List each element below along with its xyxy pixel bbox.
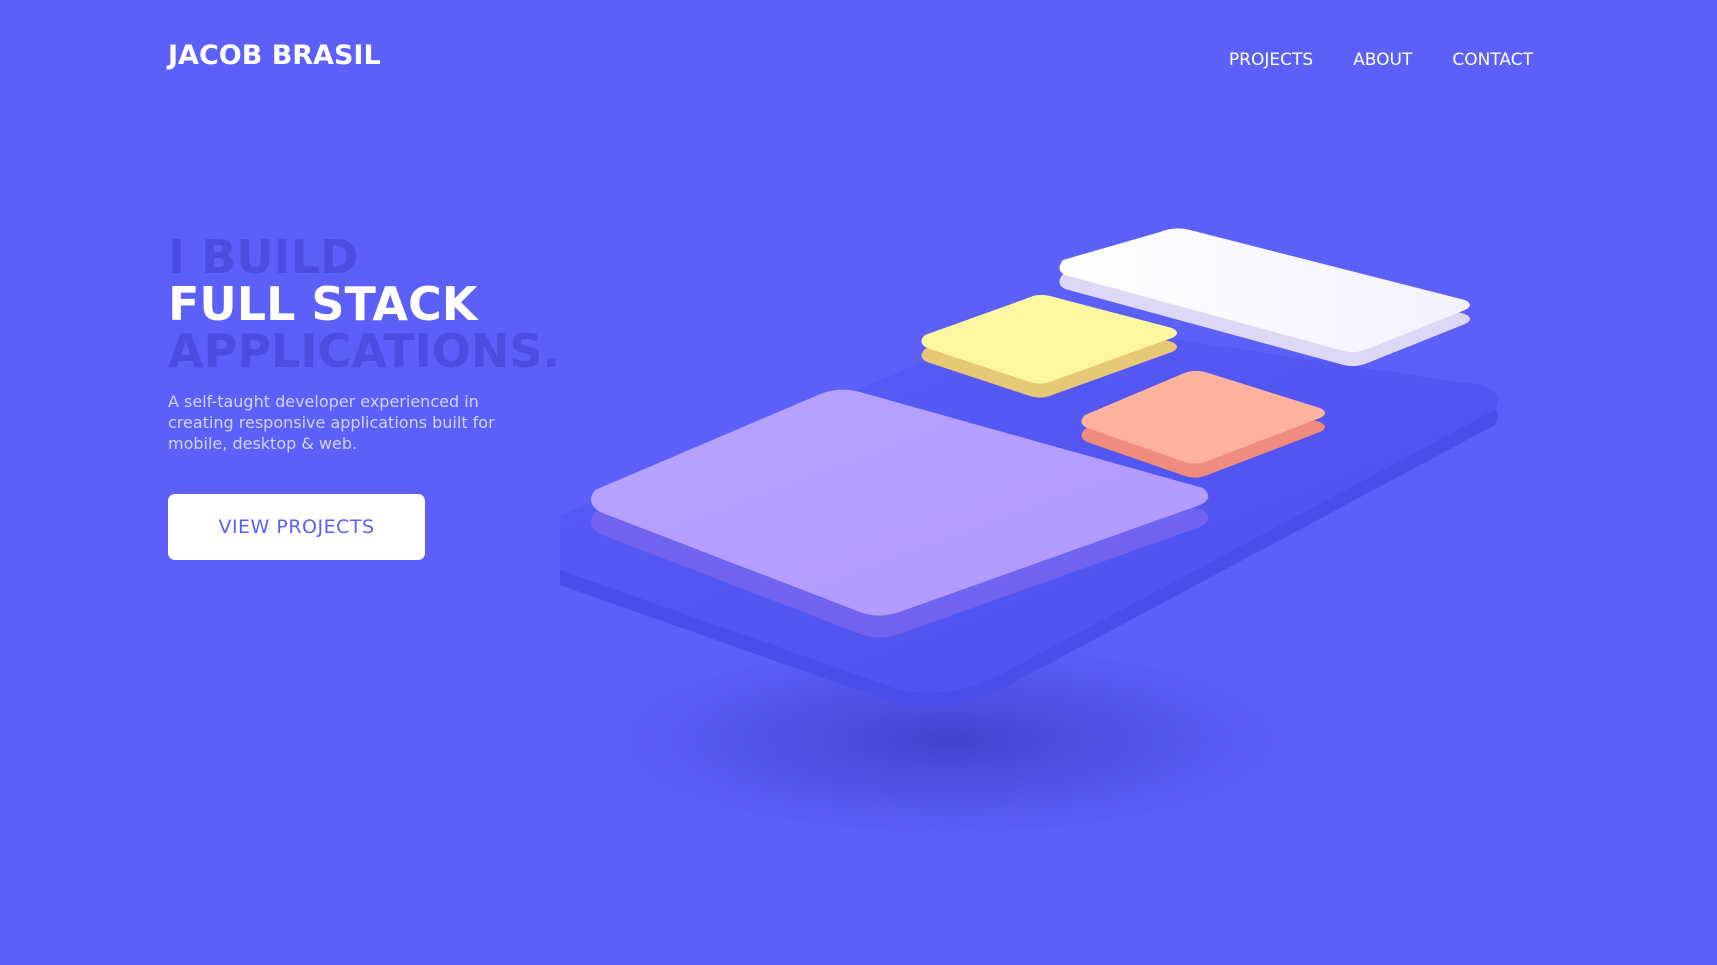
- hero-line-i-build: I BUILD: [168, 230, 359, 284]
- view-projects-button[interactable]: VIEW PROJECTS: [168, 494, 425, 560]
- nav-about-link[interactable]: ABOUT: [1353, 50, 1412, 70]
- nav-contact-link[interactable]: CONTACT: [1452, 50, 1533, 70]
- hero-line-full-stack: FULL STACK: [168, 277, 478, 331]
- nav-projects-link[interactable]: PROJECTS: [1229, 50, 1313, 70]
- hero-line-applications: APPLICATIONS.: [168, 324, 560, 378]
- hero-description: A self-taught developer experienced in c…: [168, 392, 495, 453]
- hero-section: I BUILD FULL STACK APPLICATIONS. A self-…: [168, 234, 588, 470]
- main-nav: PROJECTS ABOUT CONTACT: [1229, 50, 1533, 70]
- landing-page: JACOB BRASIL PROJECTS ABOUT CONTACT I BU…: [0, 0, 1717, 965]
- brand-logo[interactable]: JACOB BRASIL: [168, 40, 381, 71]
- isometric-phone-ui-illustration: [560, 228, 1498, 835]
- hero-heading: I BUILD FULL STACK APPLICATIONS.: [168, 234, 588, 375]
